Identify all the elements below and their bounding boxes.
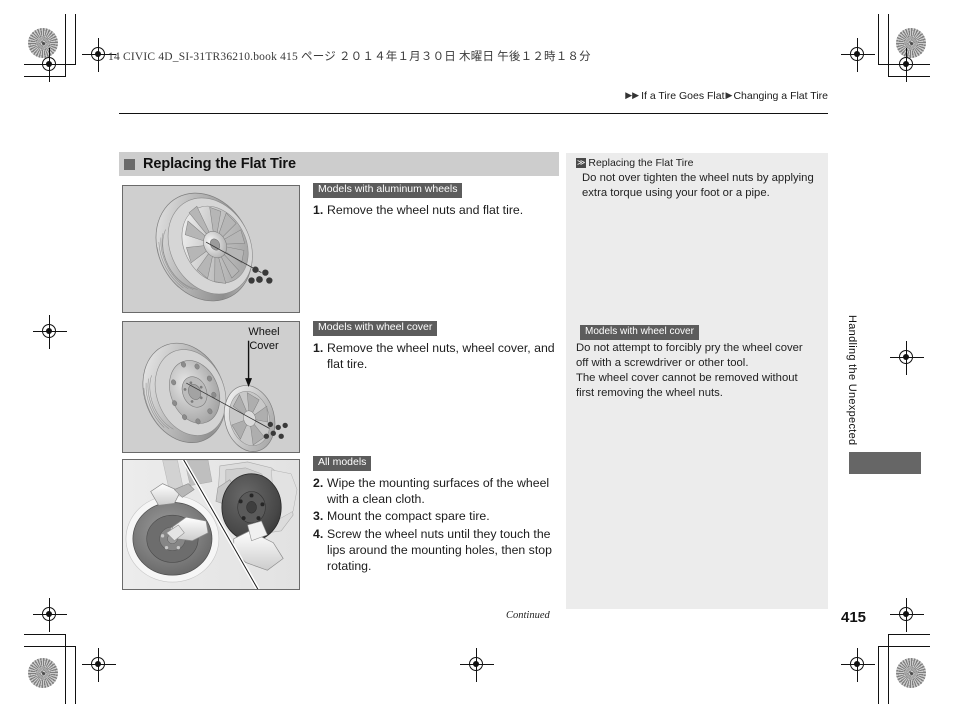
crop-mark (24, 76, 66, 77)
instruction-step: 2. Wipe the mounting surfaces of the whe… (313, 475, 559, 508)
instruction-block-wheel-cover: Models with wheel cover 1. Remove the wh… (313, 317, 559, 372)
registration-target-bottom-inner-left (82, 648, 116, 682)
crop-mark (75, 646, 76, 704)
crop-mark (24, 64, 76, 65)
sidebar-note-replacing-flat-tire: ≫ Replacing the Flat Tire Do not over ti… (566, 153, 828, 201)
figure-callout-wheel-cover: Wheel Cover (242, 326, 286, 354)
crop-mark (878, 14, 879, 65)
registration-circle-bottom-left (28, 658, 58, 688)
callout-line-1: Wheel (248, 326, 280, 338)
sidebar-note-heading: ≫ Replacing the Flat Tire (576, 157, 818, 169)
instruction-step: 1. Remove the wheel nuts, wheel cover, a… (313, 340, 559, 373)
triangle-right-icon: ▶ (625, 90, 633, 100)
instruction-block-aluminum-wheels: Models with aluminum wheels 1. Remove th… (313, 179, 559, 218)
callout-line-2: Cover (249, 339, 279, 352)
registration-target-bottom-left (33, 598, 67, 632)
registration-target-mid-left (33, 315, 67, 349)
step-number: 4. (313, 526, 324, 541)
registration-target-bottom-inner-right (841, 648, 875, 682)
sidebar-note-wheel-cover: Models with wheel cover Do not attempt t… (566, 321, 828, 401)
sidebar-notes-panel: ≫ Replacing the Flat Tire Do not over ti… (566, 153, 828, 609)
header-rule (119, 113, 828, 114)
step-number: 3. (313, 509, 324, 524)
crop-mark (65, 14, 66, 77)
triangle-right-icon: ▶ (632, 90, 640, 100)
registration-target-bottom-center (460, 648, 494, 682)
section-bullet-icon (124, 158, 135, 170)
model-tag-aluminum-wheels: Models with aluminum wheels (313, 182, 463, 198)
crop-mark (888, 634, 930, 635)
registration-target-top-inner-right (841, 38, 875, 72)
sidebar-note-body-line-2: The wheel cover cannot be removed withou… (576, 371, 798, 399)
crop-mark (24, 634, 66, 635)
crop-mark (888, 14, 889, 77)
double-chevron-icon: ≫ (576, 158, 587, 168)
page-title: Replacing the Flat Tire (143, 156, 296, 172)
crop-mark (888, 634, 889, 704)
crop-mark (75, 14, 76, 65)
step-number: 1. (313, 202, 324, 217)
step-number: 2. (313, 475, 324, 490)
crop-mark (878, 646, 930, 647)
registration-target-bottom-right (890, 598, 924, 632)
section-heading: Replacing the Flat Tire (119, 152, 559, 176)
step-number: 1. (313, 340, 324, 355)
crop-mark (878, 64, 930, 65)
step-text: Screw the wheel nuts until they touch th… (327, 526, 552, 574)
continued-label: Continued (506, 610, 550, 621)
model-tag-wheel-cover-sidebar: Models with wheel cover (580, 325, 699, 340)
step-text: Wipe the mounting surfaces of the wheel … (327, 475, 550, 506)
running-head: ▶ ▶ If a Tire Goes Flat ▶ Changing a Fla… (625, 90, 828, 102)
running-head-part2: Changing a Flat Tire (733, 90, 828, 102)
crop-mark (65, 634, 66, 704)
sidebar-note-body-line-1: Do not attempt to forcibly pry the wheel… (576, 341, 803, 369)
instruction-step: 1. Remove the wheel nuts and flat tire. (313, 202, 559, 218)
step-text: Mount the compact spare tire. (327, 509, 490, 524)
model-tag-all-models: All models (313, 455, 372, 471)
left-column: Replacing the Flat Tire (119, 152, 559, 176)
instruction-block-all-models: All models 2. Wipe the mounting surfaces… (313, 452, 559, 575)
registration-target-mid-right (890, 341, 924, 375)
print-slug-line: 14 CIVIC 4D_SI-31TR36210.book 415 ページ ２０… (108, 51, 591, 63)
figure-wiping-mounting-surfaces (122, 459, 300, 590)
crop-mark (888, 76, 930, 77)
chapter-tab-block (849, 452, 921, 474)
step-text: Remove the wheel nuts and flat tire. (327, 202, 524, 217)
sidebar-note-title: Replacing the Flat Tire (588, 157, 694, 169)
instruction-step: 3. Mount the compact spare tire. (313, 508, 559, 524)
crop-mark (24, 646, 76, 647)
triangle-right-icon: ▶ (725, 90, 733, 100)
crop-mark (878, 646, 879, 704)
chapter-tab-label: Handling the Unexpected (846, 315, 858, 446)
manual-page: 14 CIVIC 4D_SI-31TR36210.book 415 ページ ２０… (0, 0, 954, 718)
instruction-step: 4. Screw the wheel nuts until they touch… (313, 526, 559, 575)
step-text: Remove the wheel nuts, wheel cover, and … (327, 340, 555, 371)
sidebar-note-body: Do not over tighten the wheel nuts by ap… (582, 172, 814, 200)
registration-circle-bottom-right (896, 658, 926, 688)
figure-aluminum-wheel-exploded (122, 185, 300, 313)
page-number: 415 (841, 609, 867, 626)
model-tag-wheel-cover: Models with wheel cover (313, 320, 438, 336)
running-head-part1: If a Tire Goes Flat (641, 90, 725, 102)
